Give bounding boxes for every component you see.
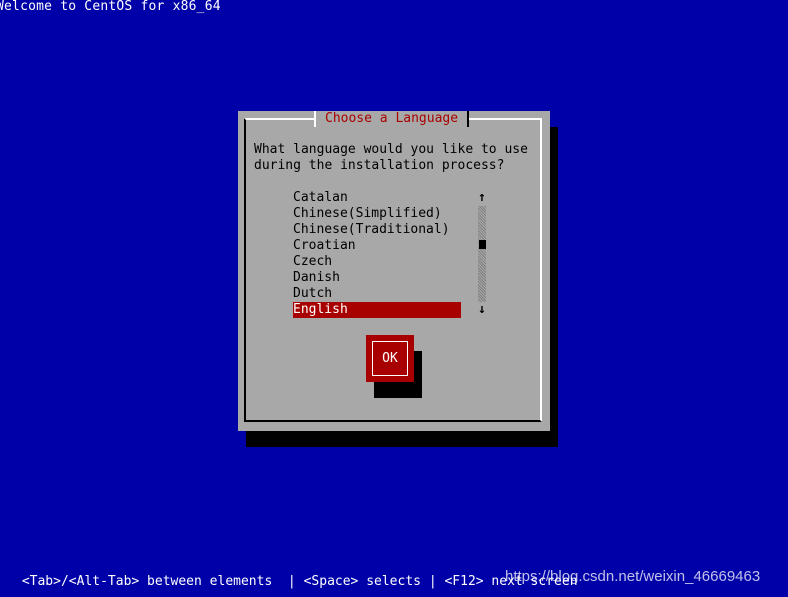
- list-item-chinese-simplified[interactable]: Chinese(Simplified): [293, 206, 461, 222]
- dialog-prompt: What language would you like to use duri…: [254, 142, 528, 173]
- scroll-down-arrow-icon[interactable]: ↓: [477, 302, 487, 318]
- list-item-czech[interactable]: Czech: [293, 254, 461, 270]
- list-item-english-selected[interactable]: English: [293, 302, 461, 318]
- scroll-up-arrow-icon[interactable]: ↑: [477, 190, 487, 206]
- list-item-croatian[interactable]: Croatian: [293, 238, 461, 254]
- welcome-banner: Welcome to CentOS for x86_64: [0, 0, 221, 14]
- watermark: https://blog.csdn.net/weixin_46669463: [505, 568, 761, 585]
- ok-button[interactable]: OK: [366, 335, 414, 382]
- scroll-thumb[interactable]: [479, 240, 486, 249]
- list-item-chinese-traditional[interactable]: Chinese(Traditional): [293, 222, 461, 238]
- dialog-title: Choose a Language: [314, 111, 470, 127]
- language-list-scrollbar[interactable]: ↑ ↓: [477, 190, 487, 318]
- list-item-catalan[interactable]: Catalan: [293, 190, 461, 206]
- scroll-track[interactable]: [478, 206, 486, 302]
- list-item-danish[interactable]: Danish: [293, 270, 461, 286]
- ok-button-label: OK: [372, 341, 408, 376]
- language-dialog: Choose a Language What language would yo…: [238, 111, 550, 431]
- language-list[interactable]: Catalan Chinese(Simplified) Chinese(Trad…: [293, 190, 461, 318]
- footer-help-text: <Tab>/<Alt-Tab> between elements | <Spac…: [14, 574, 578, 589]
- list-item-dutch[interactable]: Dutch: [293, 286, 461, 302]
